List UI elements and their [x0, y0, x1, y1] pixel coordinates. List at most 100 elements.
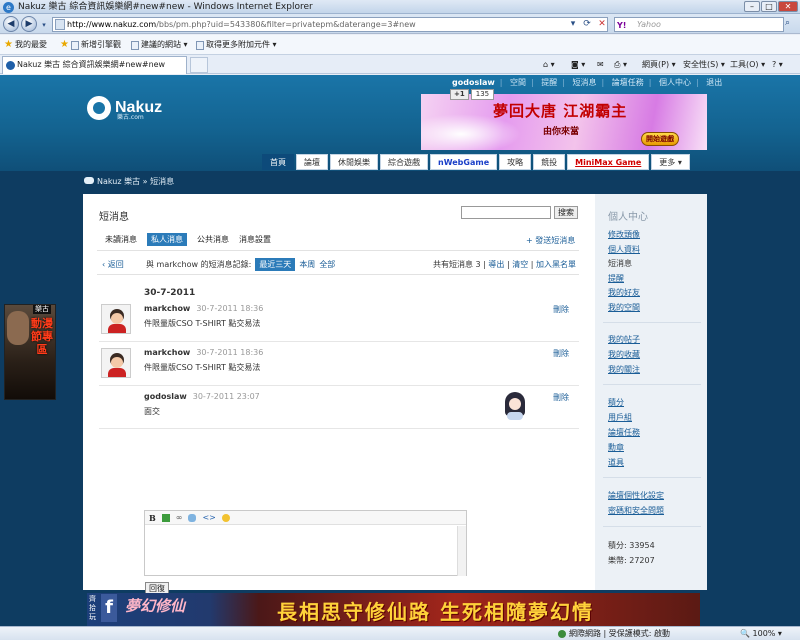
site-logo[interactable]: Nakuz 樂古.com [87, 92, 172, 124]
nav-bid[interactable]: 競投 [533, 154, 566, 170]
help-icon[interactable]: ? ▾ [772, 58, 783, 72]
sidebar-item-credits[interactable]: 積分 [608, 397, 624, 408]
logout-link[interactable]: 退出 [706, 78, 722, 87]
refresh-icon[interactable]: ⟳ [580, 18, 594, 31]
sidebar-item-pm[interactable]: 短消息 [608, 258, 632, 269]
search-input[interactable]: Y! Yahoo [614, 17, 784, 32]
delete-link[interactable]: 刪除 [553, 392, 569, 403]
history-dropdown-icon[interactable]: ▾ [37, 19, 51, 32]
smiley-icon[interactable] [221, 513, 230, 522]
bottom-banner-ad[interactable]: 齊拾玩 f 夢幻修仙 長相思守修仙路 生死相隨夢幻情 [87, 593, 700, 626]
tab-settings[interactable]: 消息設置 [239, 233, 271, 246]
favorites-button[interactable]: ★ 我的最愛 [4, 35, 47, 55]
sidebar-item-notice[interactable]: 提醒 [608, 273, 624, 284]
stop-icon[interactable]: ✕ [595, 18, 609, 31]
banner-start-button[interactable]: 開始遊戲 [641, 132, 679, 146]
print-icon[interactable]: ⎙ ▾ [614, 58, 627, 72]
sidebar-item-favorites[interactable]: 我的收藏 [608, 349, 640, 360]
delete-link[interactable]: 刪除 [553, 304, 569, 315]
tab-public[interactable]: 公共消息 [197, 233, 229, 246]
tab-nakuz[interactable]: Nakuz 樂古 綜合資訊娛樂網#new#new [2, 56, 187, 74]
range-week[interactable]: 本周 [299, 259, 315, 270]
pm-search-input[interactable] [461, 206, 551, 219]
nav-guides[interactable]: 攻略 [499, 154, 532, 170]
nav-nwebgame[interactable]: nWebGame [430, 154, 498, 170]
breadcrumb-text[interactable]: Nakuz 樂古 » 短消息 [97, 177, 174, 186]
sidebar-item-props[interactable]: 道具 [608, 457, 624, 468]
usercenter-link[interactable]: 個人中心 [659, 78, 691, 87]
blacklist-link[interactable]: 加入黑名單 [536, 260, 576, 269]
sidebar-item-usergroup[interactable]: 用戶組 [608, 412, 632, 423]
color-icon[interactable] [161, 513, 170, 522]
maximize-button[interactable]: □ [761, 1, 777, 12]
editor-scrollbar[interactable] [457, 526, 466, 576]
link-icon[interactable]: ∞ [176, 511, 183, 525]
sidebar-item-follows[interactable]: 我的關注 [608, 364, 640, 375]
nav-forum[interactable]: 論壇 [296, 154, 328, 170]
sidebar-item-profile[interactable]: 個人資料 [608, 244, 640, 255]
google-plusone[interactable]: +1 135 [450, 89, 495, 100]
search-icon[interactable]: ⌕ [785, 18, 797, 31]
forward-button[interactable]: ▶ [21, 16, 37, 32]
sender-name[interactable]: godoslaw [144, 392, 187, 401]
sidebar-item-tasks[interactable]: 論壇任務 [608, 427, 640, 438]
sidebar-item-friends[interactable]: 我的好友 [608, 287, 640, 298]
send-pm-link[interactable]: + 發送短消息 [526, 235, 575, 246]
back-button[interactable]: ◀ [3, 16, 19, 32]
left-side-ad[interactable]: 樂古 動漫節專區 [4, 304, 56, 400]
feeds-icon[interactable]: ◙ ▾ [571, 58, 585, 72]
export-link[interactable]: 導出 [488, 260, 504, 269]
address-row: ◀ ▶ ▾ http://www.nakuz.com/bbs/pm.php?ui… [0, 14, 800, 34]
tab-private[interactable]: 私人消息 [147, 233, 187, 246]
fav-item-label: 新增引擎觀 [80, 40, 121, 49]
sidebar-item-space[interactable]: 我的空間 [608, 302, 640, 313]
username-link[interactable]: godoslaw [452, 78, 495, 87]
bold-icon[interactable]: B [149, 511, 156, 525]
mail-icon[interactable]: ✉ [597, 58, 604, 72]
get-addons-button[interactable]: 取得更多附加元件 ▾ [196, 35, 277, 55]
minimize-button[interactable]: – [744, 1, 760, 12]
code-icon[interactable]: <> [202, 511, 215, 525]
tab-unread[interactable]: 未讀消息 [105, 233, 137, 246]
nav-minimax[interactable]: MiniMax Game [567, 154, 650, 170]
nav-casual[interactable]: 休閒娛樂 [330, 154, 378, 170]
pm-search-button[interactable]: 搜索 [554, 206, 578, 219]
suggested-sites-button[interactable]: 建議的網站 ▾ [131, 35, 188, 55]
add-favorite-button[interactable]: ★ 新增引擎觀 [60, 35, 121, 55]
avatar[interactable] [101, 348, 131, 378]
back-link[interactable]: ‹ 返回 [102, 259, 124, 270]
security-zone[interactable]: 網際網路 | 受保護模式: 啟動 [558, 627, 670, 640]
new-tab-button[interactable] [190, 57, 208, 73]
zoom-level[interactable]: 🔍 100% ▾ [740, 627, 782, 640]
plusone-button[interactable]: +1 [450, 89, 469, 100]
close-button[interactable]: ✕ [778, 1, 798, 12]
delete-link[interactable]: 刪除 [553, 348, 569, 359]
page-menu[interactable]: 網頁(P) ▾ [642, 58, 676, 72]
clear-link[interactable]: 清空 [512, 260, 528, 269]
avatar[interactable] [101, 304, 131, 334]
quote-icon[interactable] [188, 513, 197, 522]
nav-home[interactable]: 首頁 [262, 154, 294, 170]
tasks-link[interactable]: 論壇任務 [612, 78, 644, 87]
sidebar-item-password[interactable]: 密碼和安全問題 [608, 505, 664, 516]
sidebar-item-personalize[interactable]: 論壇個性化設定 [608, 490, 664, 501]
avatar[interactable] [500, 390, 530, 420]
sidebar-item-posts[interactable]: 我的帖子 [608, 334, 640, 345]
header-banner-ad[interactable]: 夢回大唐 江湖霸主 由你來當 開始遊戲 [421, 94, 707, 150]
tools-menu[interactable]: 工具(O) ▾ [730, 58, 765, 72]
notice-link[interactable]: 提醒 [541, 78, 557, 87]
nav-games[interactable]: 綜合遊戲 [380, 154, 428, 170]
sidebar-item-medals[interactable]: 勳章 [608, 442, 624, 453]
sender-name[interactable]: markchow [144, 348, 190, 357]
sender-name[interactable]: markchow [144, 304, 190, 313]
range-all[interactable]: 全部 [319, 259, 335, 270]
nav-more[interactable]: 更多 ▾ [651, 154, 690, 170]
address-bar[interactable]: http://www.nakuz.com/bbs/pm.php?uid=5433… [52, 17, 608, 32]
compat-view-icon[interactable]: ▾ [566, 18, 580, 31]
space-link[interactable]: 空間 [510, 78, 526, 87]
range-3days[interactable]: 最近三天 [255, 258, 296, 271]
sidebar-item-avatar[interactable]: 修改頭像 [608, 229, 640, 240]
pm-link[interactable]: 短消息 [573, 78, 597, 87]
home-icon[interactable]: ⌂ ▾ [543, 58, 555, 72]
safety-menu[interactable]: 安全性(S) ▾ [683, 58, 725, 72]
